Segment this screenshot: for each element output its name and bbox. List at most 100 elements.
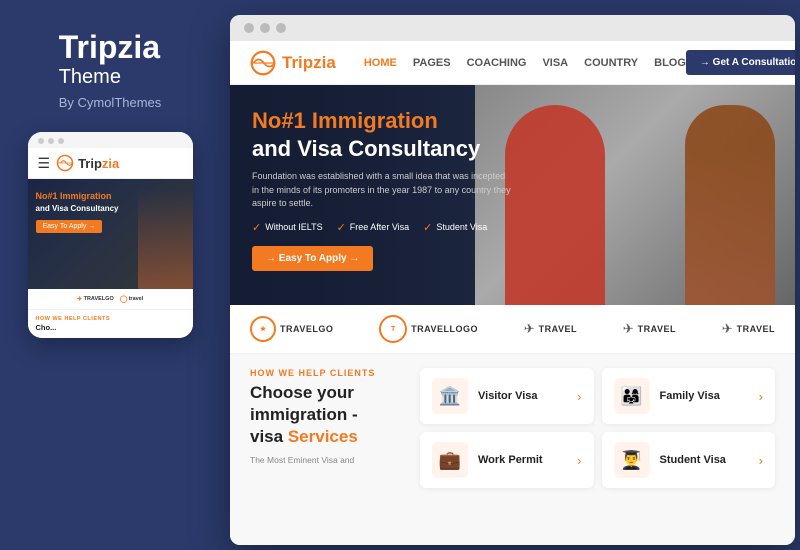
hero-feature-2-text: Free After Visa [350,222,409,232]
check-icon-1: ✓ [252,221,261,234]
hamburger-icon: ☰ [38,155,51,172]
hero-feature-3-text: Student Visa [436,222,487,232]
plane-icon-5: ✈ [722,321,733,337]
hero-feature-1: ✓ Without IELTS [252,221,323,234]
logo-circle-1: ★ [250,316,276,342]
services-label: HOW WE HELP CLIENTS [250,368,400,378]
service-info-family: Family Visa [660,390,749,402]
service-icon-family: 👨‍👩‍👧 [614,378,650,414]
browser-window: Tripzia HOME PAGES COACHING VISA COUNTRY… [230,15,795,545]
browser-dot-3 [276,23,286,33]
service-arrow-family: › [759,389,763,404]
hero-feature-3: ✓ Student Visa [423,221,487,234]
hero-content: No#1 Immigration and Visa Consultancy Fo… [252,107,512,271]
logo-accent-text: zia [313,53,336,72]
mobile-dot-3 [58,138,64,144]
plane-icon-4: ✈ [623,321,634,337]
mobile-logo-badge-1: ✦TRAVELGO [77,295,114,303]
mobile-dot-2 [48,138,54,144]
services-heading-line1: Choose your [250,383,354,402]
mobile-dot-1 [38,138,44,144]
site-nav-links: HOME PAGES COACHING VISA COUNTRY BLOG [364,57,686,69]
person-left [505,105,605,305]
service-card-work[interactable]: 💼 Work Permit › [420,432,594,488]
hero-feature-1-text: Without IELTS [265,222,322,232]
services-heading-line3: visa [250,427,283,446]
service-info-work: Work Permit [478,454,567,466]
mobile-section-heading: Cho... [36,323,185,332]
logo-item-2: T Travellogo [379,315,478,343]
service-info-student: Student Visa [660,454,749,466]
nav-link-pages[interactable]: PAGES [413,57,451,69]
mobile-logo-text: Tripzia [78,156,119,171]
services-section: HOW WE HELP CLIENTS Choose your immigrat… [230,354,795,545]
logo-text-1: TRAVELGO [280,324,333,334]
mobile-logos-bar: ✦TRAVELGO ◯travel [28,289,193,310]
mobile-card-top-bar [28,132,193,148]
browser-dot-1 [244,23,254,33]
hero-people-bg [475,85,795,305]
logo-circle-2: T [379,315,407,343]
nav-link-coaching[interactable]: COACHING [467,57,527,69]
services-left: HOW WE HELP CLIENTS Choose your immigrat… [250,368,400,488]
hero-apply-button[interactable]: → Easy To Apply → [252,246,373,271]
logo-text-3: travel [539,324,577,334]
nav-link-home[interactable]: HOME [364,57,397,69]
browser-top-bar [230,15,795,41]
service-name-student: Student Visa [660,454,749,466]
star-icon-1: ✦ [77,295,83,303]
service-name-work: Work Permit [478,454,567,466]
service-card-visitor[interactable]: 🏛️ Visitor Visa › [420,368,594,424]
site-logo-icon [250,50,276,76]
browser-dot-2 [260,23,270,33]
site-nav: Tripzia HOME PAGES COACHING VISA COUNTRY… [230,41,795,85]
browser-content: Tripzia HOME PAGES COACHING VISA COUNTRY… [230,41,795,545]
mobile-hero-sub: and Visa Consultancy [36,204,119,214]
logo-text-2: Travellogo [411,324,478,334]
service-card-student[interactable]: 👨‍🎓 Student Visa › [602,432,776,488]
service-icon-visitor: 🏛️ [432,378,468,414]
services-heading-line2: immigration - [250,405,358,424]
nav-link-visa[interactable]: VISA [542,57,568,69]
hero-description: Foundation was established with a small … [252,170,512,211]
hero-feature-2: ✓ Free After Visa [337,221,410,234]
services-inner: HOW WE HELP CLIENTS Choose your immigrat… [250,368,775,488]
mobile-section: HOW WE HELP CLIENTS Cho... [28,310,193,338]
logo-main-text: Trip [282,53,313,72]
services-heading: Choose your immigration - visa Services [250,382,400,448]
mobile-hero-btn: Easy To Apply → [36,220,103,233]
brand-title: Tripzia [59,30,162,65]
logo-text-5: travel [737,324,775,334]
hero-title-orange: No#1 Immigration [252,107,512,135]
mobile-hero-person [138,189,193,289]
service-arrow-student: › [759,453,763,468]
nav-link-country[interactable]: COUNTRY [584,57,638,69]
person-right [685,105,775,305]
mobile-preview-card: ☰ Tripzia No#1 Immigration and Visa Cons… [28,132,193,338]
mobile-nav: ☰ Tripzia [28,148,193,179]
service-info-visitor: Visitor Visa [478,390,567,402]
logo-text-4: Travel [638,324,676,334]
logos-bar: ★ TRAVELGO T Travellogo ✈ travel ✈ Trave… [230,305,795,354]
left-panel: Tripzia Theme By CymolThemes ☰ Tripzia [5,0,215,550]
logo-item-5: ✈ travel [722,321,775,337]
services-subdesc: The Most Eminent Visa and [250,454,400,468]
nav-link-blog[interactable]: BLOG [654,57,686,69]
brand-by: By CymolThemes [59,95,162,110]
site-hero: No#1 Immigration and Visa Consultancy Fo… [230,85,795,305]
services-grid: 🏛️ Visitor Visa › 👨‍👩‍👧 Family Visa › [420,368,775,488]
services-heading-accent: Services [288,427,358,446]
brand-block: Tripzia Theme By CymolThemes [59,30,162,110]
nav-cta-button[interactable]: → Get A Consultation! [686,50,795,75]
hero-features: ✓ Without IELTS ✓ Free After Visa ✓ Stud… [252,221,512,234]
mobile-logo-badge-2: ◯travel [120,295,144,303]
brand-subtitle: Theme [59,65,162,89]
service-name-visitor: Visitor Visa [478,390,567,402]
site-logo-text: Tripzia [282,53,336,73]
logo-item-1: ★ TRAVELGO [250,316,333,342]
service-arrow-visitor: › [577,389,581,404]
mobile-section-label: HOW WE HELP CLIENTS [36,316,185,322]
mobile-logo: Tripzia [56,154,119,172]
service-card-family[interactable]: 👨‍👩‍👧 Family Visa › [602,368,776,424]
logo-item-4: ✈ Travel [623,321,676,337]
